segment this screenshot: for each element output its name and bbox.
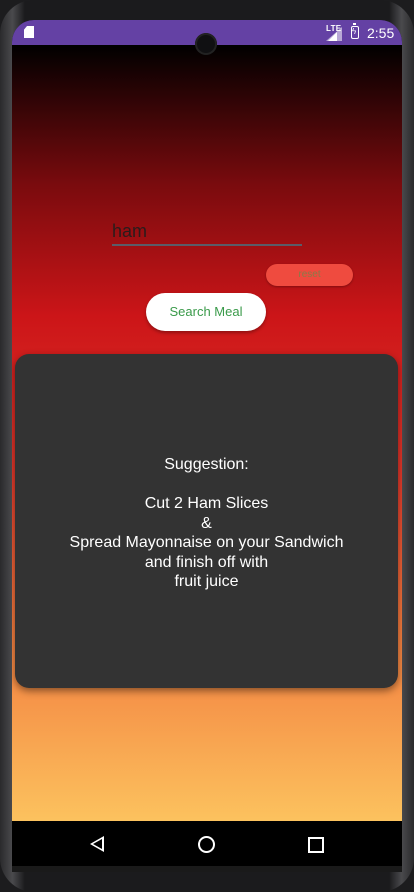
recent-apps-icon[interactable] bbox=[308, 837, 324, 853]
reset-button[interactable]: reset bbox=[266, 264, 353, 286]
suggestion-line: fruit juice bbox=[174, 573, 239, 590]
navigation-bar bbox=[12, 821, 402, 866]
signal-icon bbox=[326, 27, 342, 41]
suggestion-line: Suggestion: bbox=[164, 456, 249, 473]
suggestion-line bbox=[15, 475, 398, 495]
suggestion-line: and finish off with bbox=[144, 553, 269, 571]
meal-app: reset Search Meal Suggestion: Cut 2 Ham … bbox=[12, 45, 402, 821]
suggestion-card: Suggestion: Cut 2 Ham Slices & Spread Ma… bbox=[15, 354, 398, 688]
sd-card-icon bbox=[24, 26, 34, 38]
suggestion-line: Spread Mayonnaise on your Sandwich bbox=[69, 534, 344, 551]
status-time: 2:55 bbox=[367, 25, 395, 41]
home-icon[interactable] bbox=[198, 836, 215, 853]
front-camera bbox=[195, 33, 217, 55]
phone-chin bbox=[12, 866, 402, 872]
battery-charging-icon: ϟ bbox=[351, 23, 359, 39]
suggestion-line: & bbox=[201, 514, 212, 532]
search-meal-button[interactable]: Search Meal bbox=[146, 293, 266, 331]
suggestion-line: Cut 2 Ham Slices bbox=[144, 495, 269, 512]
back-icon[interactable] bbox=[90, 836, 104, 852]
screen: LTE ϟ 2:55 reset Search Meal Suggestion:… bbox=[12, 20, 402, 866]
suggestion-text: Suggestion: Cut 2 Ham Slices & Spread Ma… bbox=[15, 455, 398, 592]
meal-search-input[interactable] bbox=[112, 218, 302, 246]
